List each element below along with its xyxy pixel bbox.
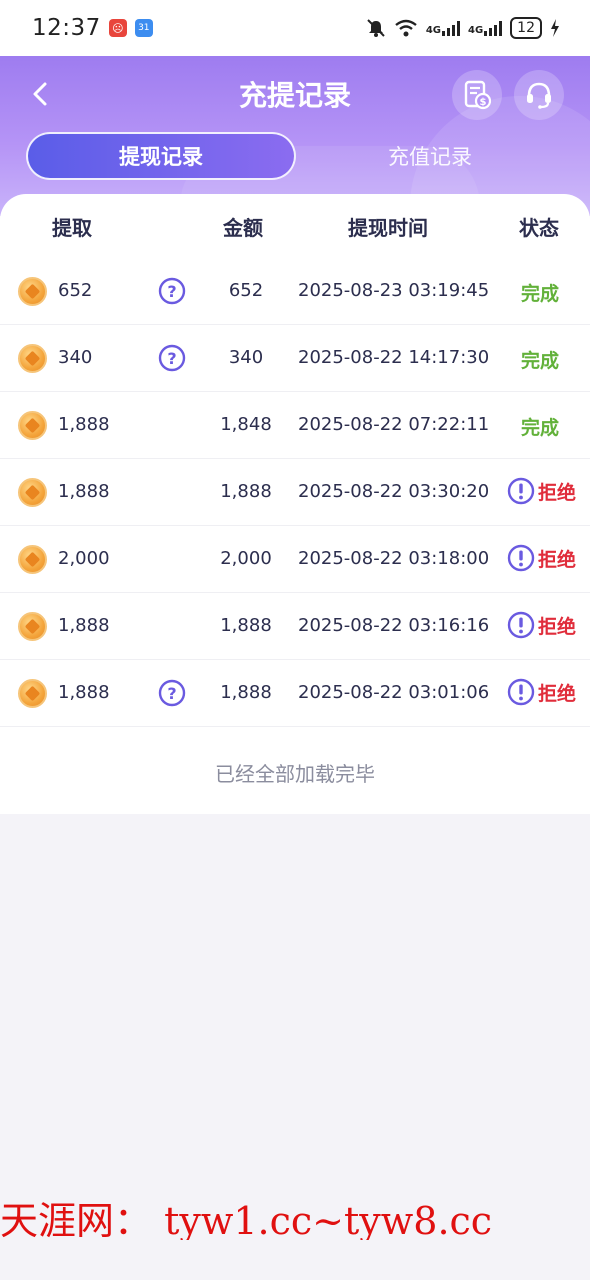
exclamation-icon[interactable]: [507, 611, 535, 639]
signal-1-icon: 4G: [426, 20, 460, 36]
status-left: 12:37 ☹ 31: [32, 15, 153, 41]
coin-icon: [18, 545, 47, 574]
clock: 12:37: [32, 15, 101, 41]
withdraw-amount: 652: [58, 280, 93, 301]
status-badge: 完成: [521, 283, 560, 305]
table-row: 340? 340 2025-08-22 14:17:30 完成: [0, 325, 590, 392]
wifi-icon: [395, 19, 417, 37]
status-label: 拒绝: [538, 481, 577, 504]
withdraw-time: 2025-08-22 03:01:06: [298, 682, 490, 703]
column-header-withdraw: 提取: [52, 216, 92, 240]
mute-bell-icon: [367, 19, 385, 37]
bill-button[interactable]: $: [452, 70, 502, 120]
coin-icon: [18, 277, 47, 306]
coin-icon: [18, 344, 47, 373]
question-icon[interactable]: ?: [158, 344, 186, 372]
status-badge: 拒绝: [507, 678, 576, 706]
withdraw-time: 2025-08-22 03:18:00: [298, 548, 490, 569]
withdraw-amount: 1,888: [58, 414, 110, 435]
column-header-amount: 金额: [223, 216, 263, 240]
column-header-status: 状态: [519, 216, 559, 240]
received-amount: 1,888: [220, 615, 272, 636]
withdraw-amount: 340: [58, 347, 93, 368]
signal-2-icon: 4G: [468, 20, 503, 36]
svg-text:?: ?: [167, 684, 176, 703]
withdraw-time: 2025-08-23 03:19:45: [298, 280, 490, 301]
table-row: 1,888? 1,888 2025-08-22 03:01:06 拒绝: [0, 660, 590, 727]
withdraw-time: 2025-08-22 03:30:20: [298, 481, 490, 502]
status-bar: 12:37 ☹ 31 4G 4G 12: [0, 0, 590, 56]
network-type-label: 4G: [468, 25, 484, 36]
received-amount: 2,000: [220, 548, 272, 569]
table-row: 2,000 2,000 2025-08-22 03:18:00 拒绝: [0, 526, 590, 593]
table-row: 1,888 1,848 2025-08-22 07:22:11 完成: [0, 392, 590, 459]
record-tabs: 提现记录 充值记录: [26, 132, 564, 180]
table-row: 1,888 1,888 2025-08-22 03:16:16 拒绝: [0, 593, 590, 660]
header: 充提记录 $ 提现记录 充值记录: [0, 56, 590, 216]
received-amount: 1,848: [220, 414, 272, 435]
status-label: 拒绝: [538, 682, 577, 705]
withdraw-amount: 1,888: [58, 682, 110, 703]
exclamation-icon[interactable]: [507, 544, 535, 572]
network-type-label: 4G: [425, 25, 441, 36]
status-label: 拒绝: [538, 548, 577, 571]
svg-text:$: $: [480, 97, 487, 108]
status-right: 4G 4G 12: [366, 17, 560, 39]
coin-icon: [18, 679, 47, 708]
tab-withdraw-records[interactable]: 提现记录: [26, 132, 296, 180]
status-badge: 完成: [521, 417, 560, 439]
watermark: 天涯网： tyw1.cc~tyw8.cc: [0, 1199, 493, 1240]
received-amount: 340: [228, 347, 264, 368]
coin-icon: [18, 411, 47, 440]
withdraw-amount: 1,888: [58, 481, 110, 502]
exclamation-icon[interactable]: [507, 477, 535, 505]
received-amount: 1,888: [220, 682, 272, 703]
headset-icon: [527, 82, 551, 109]
withdraw-amount: 2,000: [58, 548, 110, 569]
battery-icon: 12: [510, 17, 542, 39]
svg-text:?: ?: [167, 282, 176, 301]
received-amount: 1,888: [220, 481, 272, 502]
records-card: 提取 金额 提现时间 状态 652? 652 2025-08-23 03:19:45…: [0, 194, 590, 814]
status-badge: 拒绝: [507, 611, 576, 639]
withdraw-amount: 1,888: [58, 615, 110, 636]
coin-icon: [18, 612, 47, 641]
withdraw-time: 2025-08-22 03:16:16: [298, 615, 490, 636]
status-badge: 拒绝: [507, 544, 576, 572]
customer-service-button[interactable]: [514, 70, 564, 120]
question-icon[interactable]: ?: [158, 679, 186, 707]
end-of-list-message: 已经全部加载完毕: [215, 762, 375, 786]
status-label: 拒绝: [538, 615, 577, 638]
svg-text:?: ?: [167, 349, 176, 368]
coin-icon: [18, 478, 47, 507]
exclamation-icon[interactable]: [507, 678, 535, 706]
column-header-time: 提现时间: [348, 216, 428, 240]
received-amount: 652: [228, 280, 264, 301]
question-icon[interactable]: ?: [158, 277, 186, 305]
table-row: 652? 652 2025-08-23 03:19:45 完成: [0, 258, 590, 325]
withdraw-time: 2025-08-22 07:22:11: [298, 414, 490, 435]
bill-dollar-icon: $: [464, 80, 491, 110]
table-row: 1,888 1,888 2025-08-22 03:30:20 拒绝: [0, 459, 590, 526]
status-badge: 完成: [521, 350, 560, 372]
calendar-app-icon: 31: [134, 19, 153, 37]
tab-deposit-records[interactable]: 充值记录: [296, 132, 564, 180]
app-notification-icon: ☹: [108, 19, 127, 37]
table-header: 提取 金额 提现时间 状态: [0, 194, 590, 258]
withdraw-time: 2025-08-22 14:17:30: [298, 347, 490, 368]
charging-icon: [551, 19, 559, 37]
status-badge: 拒绝: [507, 477, 576, 505]
